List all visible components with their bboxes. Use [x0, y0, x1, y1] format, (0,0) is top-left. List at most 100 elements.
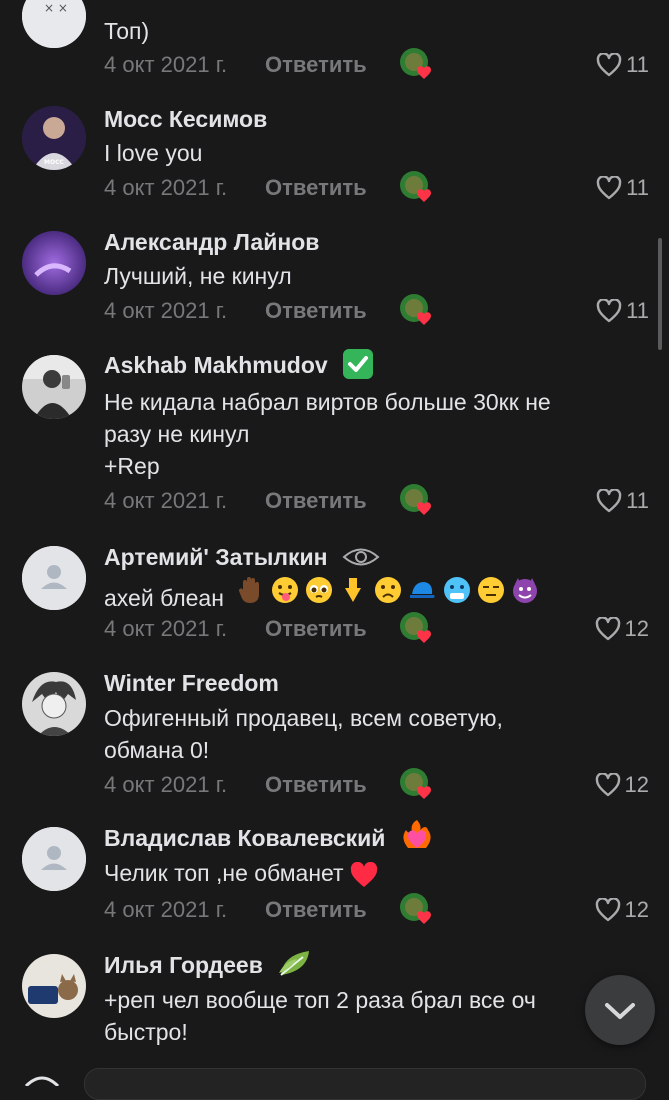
comment-meta: 4 окт 2021 г. Ответить 11	[104, 484, 649, 518]
comment-text: Топ)	[104, 18, 150, 44]
comment-text: Не кидала набрал виртов больше 30кк не р…	[104, 386, 624, 482]
comment-text: Офигенный продавец, всем советую, обмана…	[104, 702, 624, 766]
author-name[interactable]: Владислав Ковалевский	[104, 819, 434, 852]
author-like-icon	[400, 294, 431, 325]
like-count: 11	[626, 175, 649, 200]
comment-date: 4 окт 2021 г.	[104, 175, 228, 200]
scroll-down-button[interactable]	[585, 975, 655, 1045]
heart-outline-icon	[596, 53, 622, 77]
svg-text:MOCC: MOCC	[44, 159, 64, 166]
blue-cap-emoji	[410, 582, 435, 598]
chevron-down-icon	[605, 1003, 635, 1019]
avatar[interactable]	[22, 954, 86, 1018]
like-button[interactable]: 12	[595, 770, 649, 800]
heart-on-fire-icon	[403, 819, 431, 848]
comment-date: 4 окт 2021 г.	[104, 772, 228, 797]
comment-date: 4 окт 2021 г.	[104, 298, 228, 323]
leaf-icon	[279, 950, 310, 976]
comment-text-line: Офигенный продавец, всем советую,	[104, 705, 503, 731]
scrollbar-thumb[interactable]	[658, 238, 662, 350]
author-name[interactable]: Мосс Кесимов	[104, 106, 267, 133]
avatar[interactable]	[22, 231, 86, 295]
verified-check-icon	[343, 348, 374, 379]
author-like-icon	[400, 768, 431, 799]
author-like-icon	[400, 484, 431, 515]
reply-button[interactable]: Ответить	[265, 175, 367, 201]
like-count: 11	[626, 298, 649, 323]
comment-text: +реп чел вообще топ 2 раза брал все оч б…	[104, 984, 624, 1048]
smiling-imp-emoji	[513, 578, 538, 603]
red-heart-emoji	[350, 861, 378, 887]
avatar-image: MOCC	[22, 106, 86, 170]
reply-button[interactable]: Ответить	[265, 772, 367, 798]
frowning-face-emoji	[374, 577, 401, 603]
comment-text-line: +реп чел вообще топ 2 раза брал все оч	[104, 987, 536, 1013]
comment-text-line: разу не кинул	[104, 421, 250, 447]
comment-input[interactable]	[84, 1068, 646, 1100]
comment-meta: 4 окт 2021 г. Ответить 12	[104, 768, 649, 802]
reply-button[interactable]: Ответить	[265, 52, 367, 78]
like-button[interactable]: 11	[596, 486, 649, 516]
avatar-image	[22, 672, 86, 736]
comment-text-span: ахей блеан	[104, 584, 224, 611]
comment-date: 4 окт 2021 г.	[104, 616, 228, 641]
like-count: 12	[624, 616, 649, 641]
like-button[interactable]: 11	[596, 50, 649, 80]
comment-text: Челик топ ,не обманет	[104, 857, 624, 889]
comment-text-line: +Rep	[104, 453, 160, 479]
comment-text: Лучший, не кинул	[104, 263, 292, 289]
avatar-image	[22, 231, 86, 295]
composer-avatar[interactable]	[22, 1072, 62, 1086]
comment-date: 4 окт 2021 г.	[104, 897, 228, 922]
avatar[interactable]	[22, 546, 86, 610]
like-count: 12	[624, 772, 649, 797]
heart-outline-icon	[596, 299, 622, 323]
heart-outline-icon	[596, 489, 622, 513]
author-like-icon	[400, 48, 431, 79]
reply-button[interactable]: Ответить	[265, 298, 367, 324]
eye-icon	[342, 548, 380, 566]
heart-outline-icon	[595, 617, 620, 641]
like-count: 12	[624, 897, 649, 922]
author-name[interactable]: Илья Гордеев	[104, 950, 313, 979]
author-name[interactable]: Askhab Makhmudov	[104, 348, 374, 380]
author-name-text: Владислав Ковалевский	[104, 825, 386, 851]
comment-date: 4 окт 2021 г.	[104, 488, 228, 513]
default-avatar-icon	[22, 546, 86, 610]
author-like-icon	[400, 893, 431, 924]
reply-button[interactable]: Ответить	[265, 616, 367, 642]
avatar[interactable]: MOCC	[22, 106, 86, 170]
author-name[interactable]: Winter Freedom	[104, 670, 279, 697]
author-name[interactable]: Александр Лайнов	[104, 229, 319, 256]
tongue-out-emoji	[271, 577, 298, 603]
reply-button[interactable]: Ответить	[265, 897, 367, 923]
author-like-icon	[400, 612, 431, 643]
heart-outline-icon	[596, 176, 622, 200]
comment-meta: 4 окт 2021 г. Ответить 12	[104, 893, 649, 927]
avatar[interactable]	[22, 355, 86, 419]
comment-text-line: Не кидала набрал виртов больше 30кк не	[104, 389, 551, 415]
author-name-text: Askhab Makhmudov	[104, 352, 328, 378]
like-button[interactable]: 11	[596, 296, 649, 326]
heart-outline-icon	[595, 773, 620, 797]
heart-outline-icon	[595, 898, 620, 922]
ghost-avatar-icon: × ×	[22, 0, 86, 48]
avatar[interactable]	[22, 672, 86, 736]
comment-date: 4 окт 2021 г.	[104, 52, 228, 77]
like-button[interactable]: 11	[596, 173, 649, 203]
author-name[interactable]: Артемий' Затылкин	[104, 544, 380, 571]
comment-meta: 4 окт 2021 г. Ответить 11	[104, 294, 649, 328]
comment-meta: 4 окт 2021 г. Ответить 11	[104, 48, 649, 82]
author-name-text: Илья Гордеев	[104, 952, 263, 978]
point-down-emoji	[345, 578, 362, 602]
like-button[interactable]: 12	[595, 614, 649, 644]
svg-text:× ×: × ×	[44, 1, 68, 15]
avatar-image	[22, 355, 86, 419]
comment-text-line: обмана 0!	[104, 737, 210, 763]
avatar[interactable]: × ×	[22, 0, 86, 48]
like-button[interactable]: 12	[595, 895, 649, 925]
comment-text: ахей блеан	[104, 576, 624, 614]
author-like-icon	[400, 171, 431, 202]
reply-button[interactable]: Ответить	[265, 488, 367, 514]
avatar[interactable]	[22, 827, 86, 891]
